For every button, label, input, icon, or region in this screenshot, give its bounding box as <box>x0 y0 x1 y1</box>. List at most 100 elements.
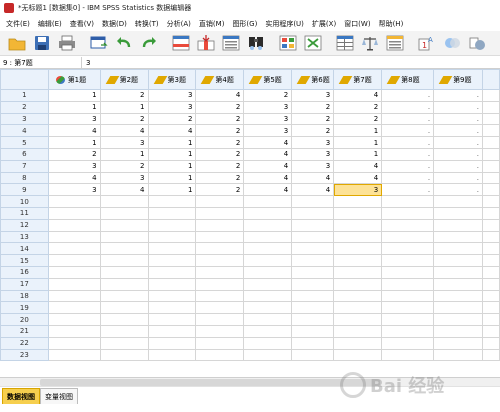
data-cell[interactable]: 2 <box>195 171 245 185</box>
menu-graphs[interactable]: 图形(G) <box>228 19 261 29</box>
row-header[interactable]: 4 <box>0 124 49 138</box>
data-cell[interactable]: 2 <box>195 124 245 138</box>
data-cell[interactable] <box>433 313 483 326</box>
data-cell[interactable]: 2 <box>47 147 101 161</box>
corner-cell[interactable] <box>0 69 49 90</box>
data-cell[interactable] <box>147 313 197 326</box>
row-header[interactable]: 18 <box>0 289 49 303</box>
data-cell[interactable] <box>481 313 500 326</box>
data-cell[interactable]: 1 <box>333 147 383 161</box>
data-cell[interactable] <box>433 324 483 338</box>
data-cell[interactable] <box>147 277 197 291</box>
data-cell[interactable] <box>147 242 197 256</box>
data-cell[interactable] <box>99 218 149 232</box>
column-header[interactable]: 第5题 <box>243 69 293 90</box>
data-cell[interactable] <box>99 265 149 279</box>
print-icon[interactable] <box>56 33 78 53</box>
data-cell[interactable] <box>147 289 197 303</box>
data-cell[interactable] <box>433 254 483 267</box>
data-cell[interactable] <box>433 277 483 291</box>
data-cell[interactable]: 2 <box>195 112 245 126</box>
data-cell[interactable]: 2 <box>291 124 335 138</box>
data-cell[interactable] <box>99 348 149 362</box>
column-header[interactable]: 第9题 <box>433 69 483 90</box>
data-cell[interactable]: 2 <box>243 89 293 102</box>
goto-variable-icon[interactable] <box>195 33 217 53</box>
undo-icon[interactable] <box>113 33 135 53</box>
data-cell[interactable]: . <box>381 159 435 173</box>
data-cell[interactable]: . <box>433 147 483 161</box>
show-all-icon[interactable] <box>466 33 488 53</box>
data-cell[interactable]: 4 <box>243 183 293 197</box>
data-cell[interactable]: 2 <box>333 100 383 114</box>
data-cell[interactable]: 2 <box>333 112 383 126</box>
data-cell[interactable]: 4 <box>147 124 197 138</box>
data-cell[interactable] <box>47 324 101 338</box>
data-cell[interactable]: 2 <box>99 89 149 102</box>
data-cell[interactable] <box>243 230 293 244</box>
data-cell[interactable]: 1 <box>47 136 101 149</box>
data-cell[interactable] <box>481 183 500 197</box>
data-cell[interactable] <box>99 277 149 291</box>
data-cell[interactable] <box>291 348 335 362</box>
data-cell[interactable] <box>381 301 435 315</box>
data-cell[interactable] <box>433 289 483 303</box>
data-cell[interactable]: 3 <box>147 89 197 102</box>
column-header[interactable] <box>481 69 500 90</box>
dialog-recall-icon[interactable] <box>88 33 110 53</box>
data-cell[interactable] <box>381 348 435 362</box>
data-cell[interactable]: 3 <box>47 112 101 126</box>
row-header[interactable]: 13 <box>0 230 49 244</box>
data-cell[interactable]: 3 <box>333 183 383 197</box>
data-cell[interactable] <box>333 289 383 303</box>
data-cell[interactable] <box>333 195 383 208</box>
data-cell[interactable] <box>243 336 293 350</box>
data-cell[interactable] <box>291 195 335 208</box>
data-cell[interactable] <box>291 336 335 350</box>
data-cell[interactable] <box>333 242 383 256</box>
data-cell[interactable]: 1 <box>333 136 383 149</box>
scroll-thumb[interactable] <box>40 379 380 386</box>
data-cell[interactable]: 4 <box>99 183 149 197</box>
column-header[interactable]: 第4题 <box>195 69 245 90</box>
row-header[interactable]: 22 <box>0 336 49 350</box>
data-cell[interactable] <box>243 289 293 303</box>
data-cell[interactable] <box>99 195 149 208</box>
save-icon[interactable] <box>31 33 53 53</box>
data-cell[interactable] <box>195 289 245 303</box>
data-cell[interactable] <box>291 324 335 338</box>
data-cell[interactable] <box>195 206 245 220</box>
data-cell[interactable] <box>243 313 293 326</box>
data-cell[interactable] <box>381 336 435 350</box>
row-header[interactable]: 17 <box>0 277 49 291</box>
data-cell[interactable] <box>481 171 500 185</box>
data-cell[interactable] <box>481 348 500 362</box>
data-cell[interactable] <box>291 313 335 326</box>
data-cell[interactable] <box>433 348 483 362</box>
data-cell[interactable]: 1 <box>99 147 149 161</box>
cell-value-field[interactable]: 3 <box>82 57 90 69</box>
data-cell[interactable] <box>291 242 335 256</box>
row-header[interactable]: 2 <box>0 100 49 114</box>
menu-analyze[interactable]: 分析(A) <box>163 19 195 29</box>
row-header[interactable]: 15 <box>0 254 49 267</box>
data-cell[interactable] <box>381 254 435 267</box>
data-cell[interactable] <box>99 254 149 267</box>
data-cell[interactable]: 4 <box>291 171 335 185</box>
data-cell[interactable] <box>47 195 101 208</box>
data-cell[interactable] <box>195 218 245 232</box>
data-cell[interactable] <box>381 206 435 220</box>
row-header[interactable]: 6 <box>0 147 49 161</box>
data-cell[interactable] <box>47 254 101 267</box>
find-icon[interactable] <box>245 33 267 53</box>
data-cell[interactable]: . <box>433 89 483 102</box>
data-cell[interactable] <box>291 218 335 232</box>
data-cell[interactable] <box>195 348 245 362</box>
variables-icon[interactable] <box>220 33 242 53</box>
data-cell[interactable] <box>243 277 293 291</box>
row-header[interactable]: 23 <box>0 348 49 362</box>
menu-window[interactable]: 窗口(W) <box>340 19 374 29</box>
row-header[interactable]: 11 <box>0 206 49 220</box>
data-cell[interactable] <box>481 218 500 232</box>
data-cell[interactable] <box>147 195 197 208</box>
